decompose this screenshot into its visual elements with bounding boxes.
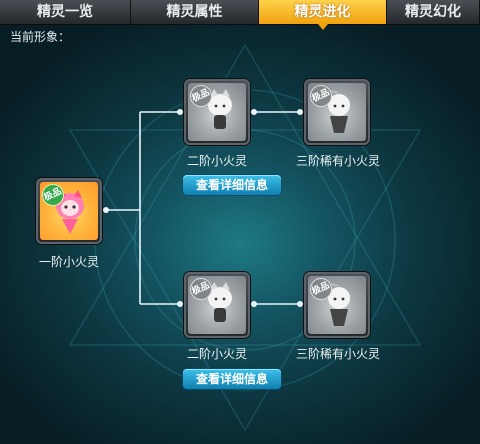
sprite-name-stage2: 二阶小火灵 bbox=[186, 154, 247, 168]
sprite-name-stage2: 二阶小火灵 bbox=[186, 347, 247, 361]
gray-sprite-icon: 极品 bbox=[188, 83, 246, 141]
gray-sprite-icon: 极品 bbox=[188, 276, 246, 334]
connector-dot bbox=[103, 207, 109, 213]
connector-dot bbox=[297, 109, 303, 115]
sprite-name-stage3: 三阶稀有小火灵 bbox=[295, 154, 380, 168]
sprite-card-stage2[interactable]: 极品 bbox=[184, 272, 250, 338]
sprite-name-stage3: 三阶稀有小火灵 bbox=[295, 347, 380, 361]
view-details-button[interactable]: 查看详细信息 bbox=[183, 175, 281, 195]
pink-fire-sprite-icon: 极品 bbox=[40, 182, 98, 240]
sprite-card-stage3[interactable]: 极品 bbox=[304, 272, 370, 338]
gray-sprite-icon: 极品 bbox=[308, 276, 366, 334]
sprite-name-stage1: 一阶小火灵 bbox=[38, 255, 99, 269]
connector-dot bbox=[251, 301, 257, 307]
connector-dot bbox=[177, 301, 183, 307]
sprite-card-stage1[interactable]: 极品 bbox=[36, 178, 102, 244]
connector-dot bbox=[297, 301, 303, 307]
connector-dot bbox=[177, 109, 183, 115]
gray-sprite-icon: 极品 bbox=[308, 83, 366, 141]
sprite-card-stage3[interactable]: 极品 bbox=[304, 79, 370, 145]
sprite-card-stage2[interactable]: 极品 bbox=[184, 79, 250, 145]
evolution-panel: 精灵一览 精灵属性 精灵进化 精灵幻化 当前形象： 极品 一阶小火灵 极品 二阶… bbox=[0, 0, 480, 444]
view-details-button[interactable]: 查看详细信息 bbox=[183, 369, 281, 389]
connector-dot bbox=[251, 109, 257, 115]
